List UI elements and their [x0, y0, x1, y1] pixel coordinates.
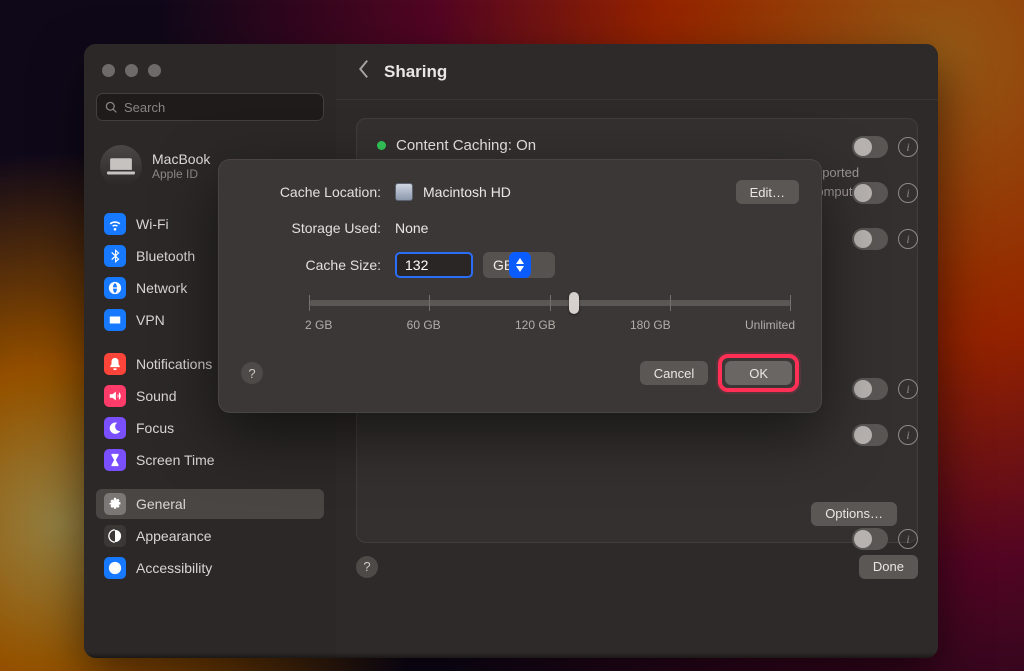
appear-icon [104, 525, 126, 547]
volume-icon [395, 183, 413, 201]
storage-used-value: None [395, 220, 428, 236]
avatar [100, 145, 142, 187]
panel-title: Content Caching: On [396, 137, 536, 154]
cache-size-unit-select[interactable]: GB [483, 252, 555, 278]
sidebar-item-focus[interactable]: Focus [96, 413, 324, 443]
cache-size-label: Cache Size: [241, 257, 381, 273]
slider-tick-label: 120 GB [515, 318, 556, 332]
sidebar-item-accessibility[interactable]: Accessibility [96, 553, 324, 583]
bt-icon [104, 245, 126, 267]
info-icon[interactable]: i [898, 137, 918, 157]
status-dot-on [377, 141, 386, 150]
cache-size-slider[interactable] [309, 300, 791, 306]
acc-icon [104, 557, 126, 579]
search-placeholder: Search [124, 100, 165, 115]
toggle[interactable] [852, 136, 888, 158]
edit-location-button[interactable]: Edit… [736, 180, 799, 204]
slider-knob[interactable] [569, 292, 579, 314]
sheet-help-button[interactable]: ? [241, 362, 263, 384]
toggle[interactable] [852, 182, 888, 204]
sidebar-item-label: Bluetooth [136, 248, 195, 264]
search-input[interactable]: Search [96, 93, 324, 121]
cache-location-label: Cache Location: [241, 184, 381, 200]
sidebar-item-label: Network [136, 280, 187, 296]
sidebar-item-label: Appearance [136, 528, 212, 544]
sidebar-item-label: Sound [136, 388, 176, 404]
cancel-button[interactable]: Cancel [640, 361, 708, 385]
titlebar: Sharing [336, 44, 938, 100]
sidebar-item-label: Notifications [136, 356, 212, 372]
sidebar-item-general[interactable]: General [96, 489, 324, 519]
minimize-dot[interactable] [125, 64, 138, 77]
sidebar-item-screen-time[interactable]: Screen Time [96, 445, 324, 475]
ok-button[interactable]: OK [725, 361, 792, 385]
wifi-icon [104, 213, 126, 235]
ok-highlight-annotation: OK [718, 354, 799, 392]
bottom-fade [84, 652, 938, 658]
search-icon [105, 101, 118, 114]
toggle[interactable] [852, 424, 888, 446]
zoom-dot[interactable] [148, 64, 161, 77]
back-button[interactable] [356, 59, 370, 84]
toggle[interactable] [852, 228, 888, 250]
slider-tick-label: 2 GB [305, 318, 332, 332]
cache-options-sheet: Cache Location: Macintosh HD Edit… Stora… [218, 159, 822, 413]
vpn-icon [104, 309, 126, 331]
macbook-icon [107, 156, 135, 176]
close-dot[interactable] [102, 64, 115, 77]
sidebar-item-label: Focus [136, 420, 174, 436]
info-icon[interactable]: i [898, 183, 918, 203]
slider-tick-label: Unlimited [745, 318, 795, 332]
slider-tick-label: 180 GB [630, 318, 671, 332]
toggle[interactable] [852, 378, 888, 400]
account-sub: Apple ID [152, 167, 210, 181]
sidebar-item-label: VPN [136, 312, 165, 328]
window-controls[interactable] [102, 64, 324, 77]
sidebar-item-label: Accessibility [136, 560, 212, 576]
bell-icon [104, 353, 126, 375]
slider-labels: 2 GB 60 GB 120 GB 180 GB Unlimited [305, 318, 795, 332]
help-button[interactable]: ? [356, 556, 378, 578]
hour-icon [104, 449, 126, 471]
cache-size-input[interactable] [395, 252, 473, 278]
cache-location-value: Macintosh HD [423, 184, 511, 200]
unit-stepper-icon [509, 252, 531, 278]
sidebar-item-label: Wi-Fi [136, 216, 169, 232]
sidebar-item-appearance[interactable]: Appearance [96, 521, 324, 551]
sidebar-item-label: Screen Time [136, 452, 215, 468]
slider-tick-label: 60 GB [407, 318, 441, 332]
storage-used-label: Storage Used: [241, 220, 381, 236]
toggle[interactable] [852, 528, 888, 550]
service-toggle-column: i i i i i i [852, 124, 918, 562]
sidebar-item-label: General [136, 496, 186, 512]
account-name: MacBook [152, 151, 210, 167]
info-icon[interactable]: i [898, 229, 918, 249]
net-icon [104, 277, 126, 299]
page-title: Sharing [384, 62, 447, 82]
info-icon[interactable]: i [898, 379, 918, 399]
sound-icon [104, 385, 126, 407]
info-icon[interactable]: i [898, 529, 918, 549]
info-icon[interactable]: i [898, 425, 918, 445]
moon-icon [104, 417, 126, 439]
gear-icon [104, 493, 126, 515]
